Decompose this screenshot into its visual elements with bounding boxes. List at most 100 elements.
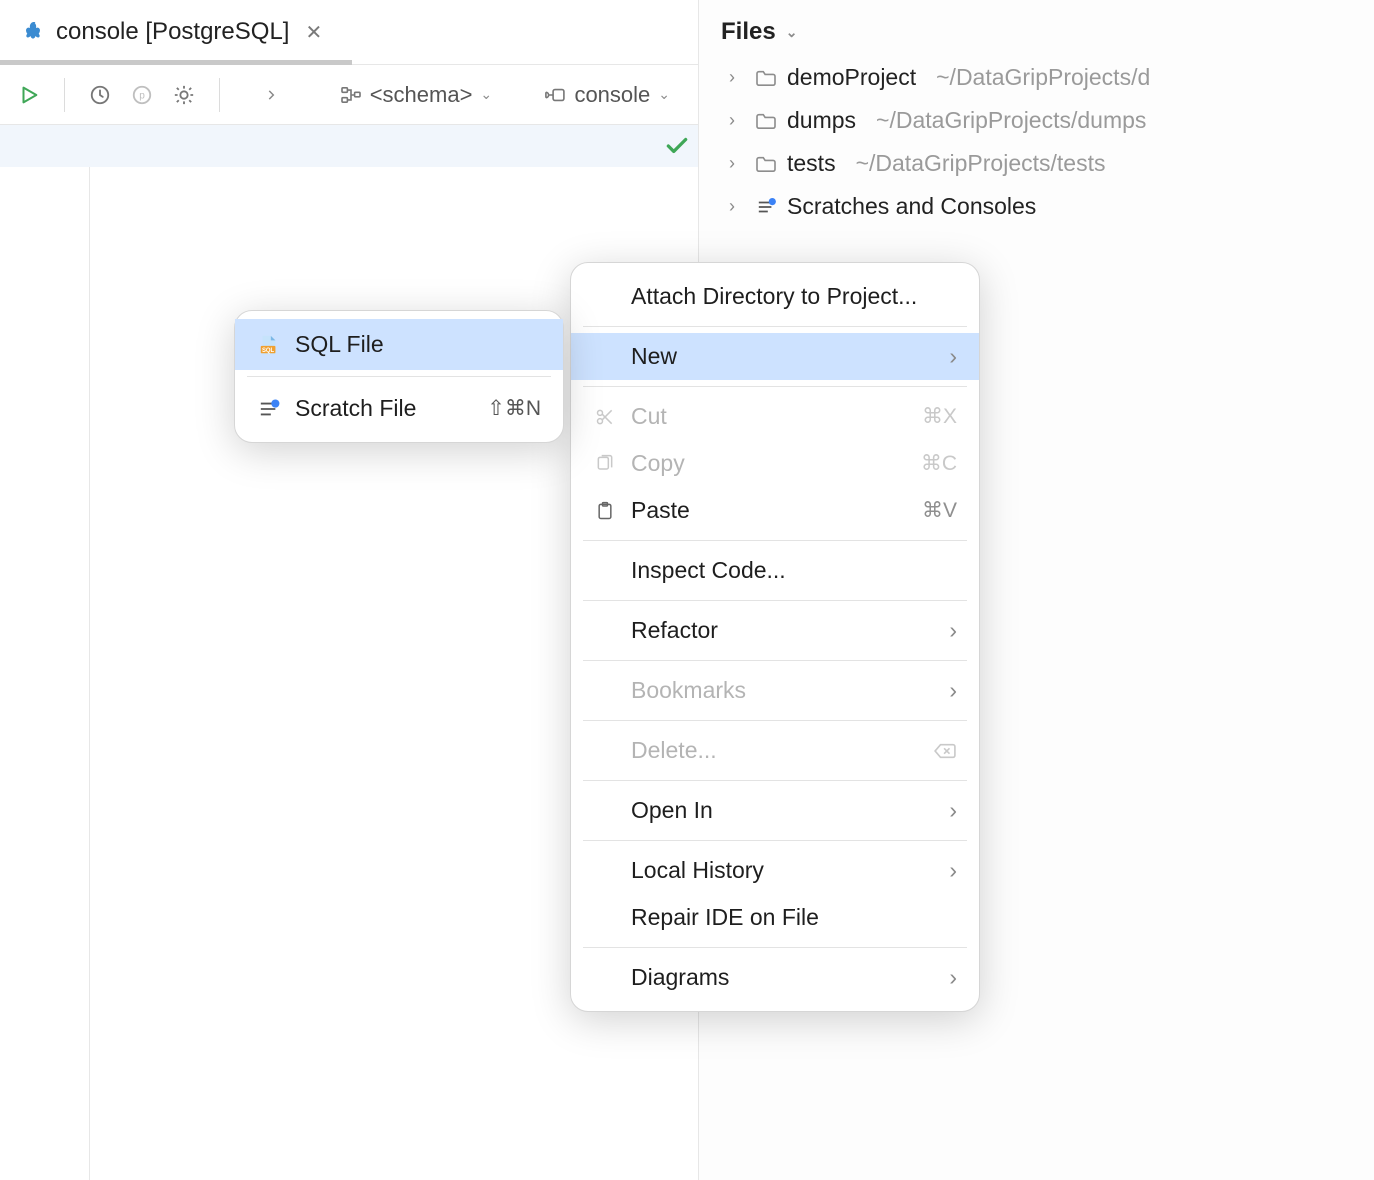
new-submenu: SQL SQL File Scratch File ⇧⌘N <box>234 310 564 443</box>
history-icon[interactable] <box>89 81 111 109</box>
tab-title: console [PostgreSQL] <box>56 18 289 46</box>
submenu-item-label: Scratch File <box>295 395 473 422</box>
tree-item-name: demoProject <box>787 64 916 91</box>
chevron-right-icon: › <box>729 67 745 88</box>
submenu-arrow-icon: › <box>949 617 957 644</box>
menu-item-delete: Delete... <box>571 727 979 774</box>
tree-item-name: dumps <box>787 107 856 134</box>
tree-item[interactable]: › demoProject ~/DataGripProjects/d <box>729 64 1374 91</box>
submenu-item-label: SQL File <box>295 331 541 358</box>
chevron-down-icon: ⌄ <box>658 86 670 103</box>
scissors-icon <box>593 407 617 427</box>
chevron-down-icon: ⌄ <box>786 24 798 41</box>
files-header[interactable]: Files ⌄ <box>721 18 1374 46</box>
toolbar-separator <box>64 78 65 112</box>
sql-file-icon: SQL <box>257 334 281 356</box>
target-label: console <box>574 82 650 108</box>
menu-item-shortcut: ⌘V <box>922 498 957 523</box>
menu-item-label: Attach Directory to Project... <box>631 283 957 310</box>
submenu-arrow-icon: › <box>949 857 957 884</box>
menu-separator <box>583 540 967 541</box>
folder-icon <box>755 112 777 130</box>
menu-separator <box>583 720 967 721</box>
menu-item-refactor[interactable]: Refactor › <box>571 607 979 654</box>
postgresql-icon <box>22 20 46 44</box>
menu-item-label: Cut <box>631 403 908 430</box>
tree-item[interactable]: › dumps ~/DataGripProjects/dumps <box>729 107 1374 134</box>
clipboard-icon <box>593 501 617 521</box>
editor-tab[interactable]: console [PostgreSQL] ✕ <box>0 0 342 64</box>
menu-item-copy: Copy ⌘C <box>571 440 979 487</box>
chevron-down-icon: ⌄ <box>480 86 492 103</box>
toolbar-separator <box>219 78 220 112</box>
menu-item-label: Repair IDE on File <box>631 904 957 931</box>
chevron-right-icon: › <box>729 196 745 217</box>
menu-item-inspect-code[interactable]: Inspect Code... <box>571 547 979 594</box>
menu-separator <box>583 386 967 387</box>
menu-separator <box>583 600 967 601</box>
submenu-arrow-icon: › <box>949 343 957 370</box>
close-tab-icon[interactable]: ✕ <box>305 20 322 45</box>
submenu-item-shortcut: ⇧⌘N <box>487 396 541 421</box>
menu-item-shortcut: ⌘C <box>921 451 957 476</box>
tree-item[interactable]: › Scratches and Consoles <box>729 193 1374 220</box>
menu-item-local-history[interactable]: Local History › <box>571 847 979 894</box>
menu-item-label: Copy <box>631 450 907 477</box>
submenu-arrow-icon: › <box>949 964 957 991</box>
submenu-item-sql-file[interactable]: SQL SQL File <box>235 319 563 370</box>
menu-item-diagrams[interactable]: Diagrams › <box>571 954 979 1001</box>
chevron-right-icon: › <box>729 110 745 131</box>
schema-selector[interactable]: <schema> ⌄ <box>340 82 492 108</box>
menu-item-label: Inspect Code... <box>631 557 957 584</box>
menu-item-label: Paste <box>631 497 908 524</box>
inspections-ok-icon[interactable] <box>664 133 690 159</box>
scratches-icon <box>755 198 777 216</box>
menu-item-paste[interactable]: Paste ⌘V <box>571 487 979 534</box>
context-menu: Attach Directory to Project... New › Cut… <box>570 262 980 1012</box>
menu-item-label: Local History <box>631 857 935 884</box>
menu-separator <box>583 780 967 781</box>
svg-text:p: p <box>139 90 145 101</box>
menu-item-label: Diagrams <box>631 964 935 991</box>
menu-item-label: Open In <box>631 797 935 824</box>
folder-icon <box>755 155 777 173</box>
run-icon[interactable] <box>18 81 40 109</box>
breadcrumb-chevron-icon[interactable] <box>263 81 279 109</box>
current-line-highlight <box>0 125 698 167</box>
svg-text:SQL: SQL <box>262 347 275 353</box>
menu-item-label: New <box>631 343 935 370</box>
tree-item-name: Scratches and Consoles <box>787 193 1036 220</box>
menu-item-attach-directory[interactable]: Attach Directory to Project... <box>571 273 979 320</box>
files-tree: › demoProject ~/DataGripProjects/d › dum… <box>721 64 1374 220</box>
chevron-right-icon: › <box>729 153 745 174</box>
menu-separator <box>583 660 967 661</box>
tree-item-path: ~/DataGripProjects/tests <box>856 150 1106 177</box>
settings-icon[interactable] <box>173 81 195 109</box>
menu-separator <box>583 947 967 948</box>
menu-item-cut: Cut ⌘X <box>571 393 979 440</box>
delete-key-icon <box>933 742 957 760</box>
submenu-arrow-icon: › <box>949 677 957 704</box>
files-title: Files <box>721 18 776 46</box>
target-selector[interactable]: console ⌄ <box>542 82 670 108</box>
submenu-item-scratch-file[interactable]: Scratch File ⇧⌘N <box>235 383 563 434</box>
playground-icon[interactable]: p <box>131 81 153 109</box>
menu-item-bookmarks: Bookmarks › <box>571 667 979 714</box>
editor-toolbar: p <schema> ⌄ console ⌄ <box>0 65 698 125</box>
menu-item-open-in[interactable]: Open In › <box>571 787 979 834</box>
tree-item-path: ~/DataGripProjects/d <box>936 64 1150 91</box>
menu-item-label: Refactor <box>631 617 935 644</box>
folder-icon <box>755 69 777 87</box>
menu-separator <box>583 326 967 327</box>
gutter: 1 <box>0 125 90 1180</box>
menu-separator <box>247 376 551 377</box>
tree-item-name: tests <box>787 150 836 177</box>
schema-label: <schema> <box>370 82 473 108</box>
tree-item[interactable]: › tests ~/DataGripProjects/tests <box>729 150 1374 177</box>
tree-item-path: ~/DataGripProjects/dumps <box>876 107 1146 134</box>
scratch-file-icon <box>257 399 281 419</box>
copy-icon <box>593 454 617 474</box>
menu-item-shortcut: ⌘X <box>922 404 957 429</box>
menu-item-repair-ide[interactable]: Repair IDE on File <box>571 894 979 941</box>
menu-item-new[interactable]: New › <box>571 333 979 380</box>
